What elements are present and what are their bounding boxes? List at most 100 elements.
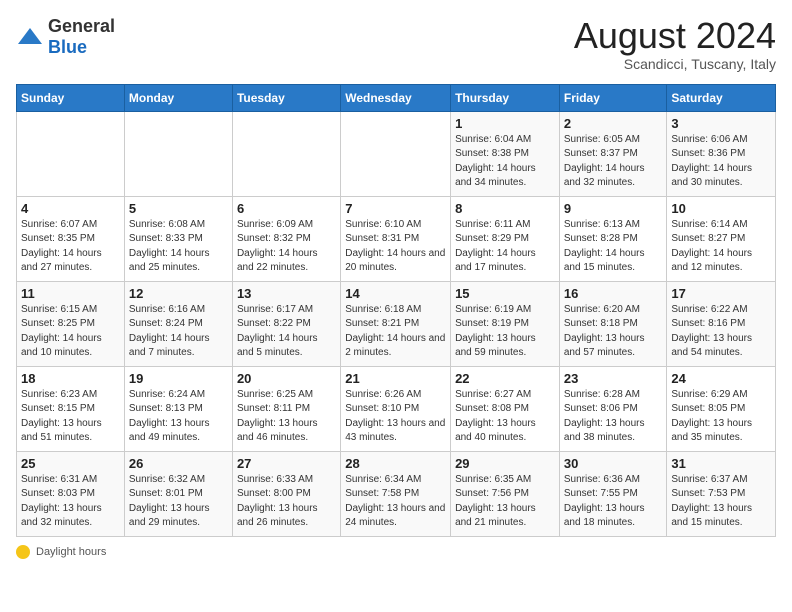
day-header-thursday: Thursday	[451, 84, 560, 111]
week-row-4: 18 Sunrise: 6:23 AM Sunset: 8:15 PM Dayli…	[17, 366, 776, 451]
week-row-2: 4 Sunrise: 6:07 AM Sunset: 8:35 PM Daylig…	[17, 196, 776, 281]
logo-blue: Blue	[48, 37, 87, 57]
calendar-cell	[341, 111, 451, 196]
day-number: 19	[129, 371, 228, 386]
day-header-saturday: Saturday	[667, 84, 776, 111]
calendar-cell: 25 Sunrise: 6:31 AM Sunset: 8:03 PM Dayli…	[17, 451, 125, 536]
calendar-cell: 14 Sunrise: 6:18 AM Sunset: 8:21 PM Dayli…	[341, 281, 451, 366]
calendar-cell: 16 Sunrise: 6:20 AM Sunset: 8:18 PM Dayli…	[559, 281, 667, 366]
day-number: 6	[237, 201, 336, 216]
cell-content: Sunrise: 6:09 AM Sunset: 8:32 PM Dayligh…	[237, 218, 336, 276]
day-number: 3	[671, 116, 771, 131]
day-number: 20	[237, 371, 336, 386]
calendar-cell: 6 Sunrise: 6:09 AM Sunset: 8:32 PM Daylig…	[232, 196, 340, 281]
cell-content: Sunrise: 6:34 AM Sunset: 7:58 PM Dayligh…	[345, 473, 446, 531]
day-number: 16	[564, 286, 663, 301]
cell-content: Sunrise: 6:23 AM Sunset: 8:15 PM Dayligh…	[21, 388, 120, 446]
calendar-cell: 7 Sunrise: 6:10 AM Sunset: 8:31 PM Daylig…	[341, 196, 451, 281]
cell-content: Sunrise: 6:15 AM Sunset: 8:25 PM Dayligh…	[21, 303, 120, 361]
day-header-friday: Friday	[559, 84, 667, 111]
cell-content: Sunrise: 6:18 AM Sunset: 8:21 PM Dayligh…	[345, 303, 446, 361]
calendar-cell: 18 Sunrise: 6:23 AM Sunset: 8:15 PM Dayli…	[17, 366, 125, 451]
calendar-cell	[124, 111, 232, 196]
day-number: 29	[455, 456, 555, 471]
day-number: 21	[345, 371, 446, 386]
day-number: 12	[129, 286, 228, 301]
calendar-cell: 24Sunrise: 6:29 AM Sunset: 8:05 PM Dayli…	[667, 366, 776, 451]
calendar-cell: 30 Sunrise: 6:36 AM Sunset: 7:55 PM Dayli…	[559, 451, 667, 536]
cell-content: Sunrise: 6:10 AM Sunset: 8:31 PM Dayligh…	[345, 218, 446, 276]
calendar-cell: 4 Sunrise: 6:07 AM Sunset: 8:35 PM Daylig…	[17, 196, 125, 281]
logo-text: General Blue	[48, 16, 115, 58]
month-year-title: August 2024	[574, 16, 776, 56]
cell-content: Sunrise: 6:13 AM Sunset: 8:28 PM Dayligh…	[564, 218, 663, 276]
day-number: 5	[129, 201, 228, 216]
calendar-cell: 22Sunrise: 6:27 AM Sunset: 8:08 PM Dayli…	[451, 366, 560, 451]
cell-content: Sunrise: 6:04 AM Sunset: 8:38 PM Dayligh…	[455, 133, 555, 191]
calendar-cell: 5 Sunrise: 6:08 AM Sunset: 8:33 PM Daylig…	[124, 196, 232, 281]
calendar-cell: 27 Sunrise: 6:33 AM Sunset: 8:00 PM Dayli…	[232, 451, 340, 536]
calendar-cell: 13 Sunrise: 6:17 AM Sunset: 8:22 PM Dayli…	[232, 281, 340, 366]
day-number: 30	[564, 456, 663, 471]
calendar-cell: 31Sunrise: 6:37 AM Sunset: 7:53 PM Dayli…	[667, 451, 776, 536]
title-block: August 2024 Scandicci, Tuscany, Italy	[574, 16, 776, 72]
day-number: 8	[455, 201, 555, 216]
footer: Daylight hours	[16, 545, 776, 559]
calendar-body: 1Sunrise: 6:04 AM Sunset: 8:38 PM Daylig…	[17, 111, 776, 536]
day-header-wednesday: Wednesday	[341, 84, 451, 111]
calendar-table: SundayMondayTuesdayWednesdayThursdayFrid…	[16, 84, 776, 537]
day-number: 27	[237, 456, 336, 471]
cell-content: Sunrise: 6:16 AM Sunset: 8:24 PM Dayligh…	[129, 303, 228, 361]
sun-icon	[16, 545, 30, 559]
calendar-cell	[17, 111, 125, 196]
calendar-cell: 8 Sunrise: 6:11 AM Sunset: 8:29 PM Daylig…	[451, 196, 560, 281]
week-row-3: 11Sunrise: 6:15 AM Sunset: 8:25 PM Dayli…	[17, 281, 776, 366]
day-number: 18	[21, 371, 120, 386]
calendar-cell: 17Sunrise: 6:22 AM Sunset: 8:16 PM Dayli…	[667, 281, 776, 366]
cell-content: Sunrise: 6:05 AM Sunset: 8:37 PM Dayligh…	[564, 133, 663, 191]
day-number: 7	[345, 201, 446, 216]
calendar-cell: 23Sunrise: 6:28 AM Sunset: 8:06 PM Dayli…	[559, 366, 667, 451]
calendar-cell: 21 Sunrise: 6:26 AM Sunset: 8:10 PM Dayli…	[341, 366, 451, 451]
calendar-cell	[232, 111, 340, 196]
cell-content: Sunrise: 6:22 AM Sunset: 8:16 PM Dayligh…	[671, 303, 771, 361]
day-number: 31	[671, 456, 771, 471]
day-number: 2	[564, 116, 663, 131]
calendar-cell: 10Sunrise: 6:14 AM Sunset: 8:27 PM Dayli…	[667, 196, 776, 281]
page-header: General Blue August 2024 Scandicci, Tusc…	[16, 16, 776, 72]
cell-content: Sunrise: 6:35 AM Sunset: 7:56 PM Dayligh…	[455, 473, 555, 531]
cell-content: Sunrise: 6:17 AM Sunset: 8:22 PM Dayligh…	[237, 303, 336, 361]
cell-content: Sunrise: 6:32 AM Sunset: 8:01 PM Dayligh…	[129, 473, 228, 531]
logo-general: General	[48, 16, 115, 36]
cell-content: Sunrise: 6:08 AM Sunset: 8:33 PM Dayligh…	[129, 218, 228, 276]
calendar-cell: 15Sunrise: 6:19 AM Sunset: 8:19 PM Dayli…	[451, 281, 560, 366]
calendar-cell: 20Sunrise: 6:25 AM Sunset: 8:11 PM Dayli…	[232, 366, 340, 451]
day-number: 22	[455, 371, 555, 386]
cell-content: Sunrise: 6:19 AM Sunset: 8:19 PM Dayligh…	[455, 303, 555, 361]
cell-content: Sunrise: 6:20 AM Sunset: 8:18 PM Dayligh…	[564, 303, 663, 361]
cell-content: Sunrise: 6:07 AM Sunset: 8:35 PM Dayligh…	[21, 218, 120, 276]
calendar-cell: 9Sunrise: 6:13 AM Sunset: 8:28 PM Daylig…	[559, 196, 667, 281]
cell-content: Sunrise: 6:33 AM Sunset: 8:00 PM Dayligh…	[237, 473, 336, 531]
day-number: 4	[21, 201, 120, 216]
cell-content: Sunrise: 6:24 AM Sunset: 8:13 PM Dayligh…	[129, 388, 228, 446]
logo: General Blue	[16, 16, 115, 58]
calendar-header: SundayMondayTuesdayWednesdayThursdayFrid…	[17, 84, 776, 111]
cell-content: Sunrise: 6:36 AM Sunset: 7:55 PM Dayligh…	[564, 473, 663, 531]
cell-content: Sunrise: 6:31 AM Sunset: 8:03 PM Dayligh…	[21, 473, 120, 531]
logo-icon	[16, 26, 44, 48]
calendar-cell: 1Sunrise: 6:04 AM Sunset: 8:38 PM Daylig…	[451, 111, 560, 196]
calendar-cell: 2 Sunrise: 6:05 AM Sunset: 8:37 PM Daylig…	[559, 111, 667, 196]
calendar-cell: 28Sunrise: 6:34 AM Sunset: 7:58 PM Dayli…	[341, 451, 451, 536]
day-number: 14	[345, 286, 446, 301]
calendar-cell: 29 Sunrise: 6:35 AM Sunset: 7:56 PM Dayli…	[451, 451, 560, 536]
day-number: 10	[671, 201, 771, 216]
calendar-cell: 11Sunrise: 6:15 AM Sunset: 8:25 PM Dayli…	[17, 281, 125, 366]
calendar-cell: 26Sunrise: 6:32 AM Sunset: 8:01 PM Dayli…	[124, 451, 232, 536]
calendar-cell: 12 Sunrise: 6:16 AM Sunset: 8:24 PM Dayli…	[124, 281, 232, 366]
day-number: 13	[237, 286, 336, 301]
cell-content: Sunrise: 6:26 AM Sunset: 8:10 PM Dayligh…	[345, 388, 446, 446]
calendar-cell: 19 Sunrise: 6:24 AM Sunset: 8:13 PM Dayli…	[124, 366, 232, 451]
cell-content: Sunrise: 6:11 AM Sunset: 8:29 PM Dayligh…	[455, 218, 555, 276]
day-number: 25	[21, 456, 120, 471]
